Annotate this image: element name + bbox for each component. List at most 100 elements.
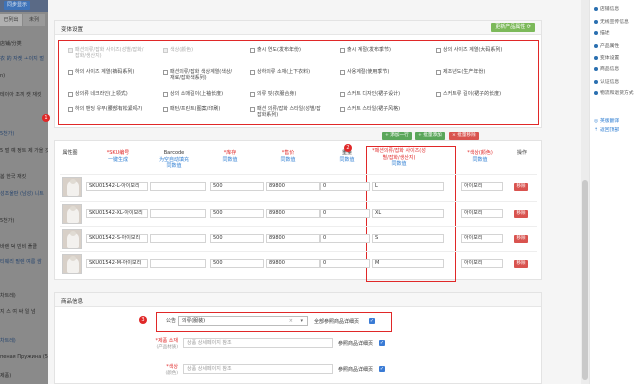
variant-option-checkbox[interactable] [163, 69, 168, 75]
translate-link[interactable]: ◎ 英版翻译 [594, 117, 619, 124]
price-input[interactable]: 89800 [266, 182, 320, 191]
weight-same-value-link[interactable]: 同数值 [332, 157, 362, 164]
variant-option-checkbox[interactable] [250, 47, 255, 53]
update-attributes-button[interactable]: 更新产品属性 ⟳ [491, 23, 535, 32]
size-input[interactable]: S [372, 234, 444, 243]
variant-option[interactable]: 스커트 디자인(裙子设计) [340, 91, 400, 97]
variant-option[interactable]: 상의 사이즈 계열(大码系列) [436, 47, 502, 53]
variant-option[interactable]: 상의 소매길이(上袖长度) [163, 91, 223, 97]
variant-option[interactable]: 색상(颜色) [163, 47, 193, 53]
side-nav-item[interactable]: 物流和退货方式 [594, 89, 634, 96]
sku-input[interactable]: SKU01542-M-아이보리 [86, 259, 148, 268]
product-material-refer-checkbox[interactable]: ✓ [379, 340, 385, 346]
variant-option-checkbox[interactable] [163, 91, 168, 97]
sku-input[interactable]: SKU01542-S-아이보리 [86, 234, 148, 243]
side-nav-item[interactable]: 认证信息 [594, 78, 619, 85]
add-row-button[interactable]: + 添加一行 [382, 132, 412, 140]
variant-option-checkbox[interactable] [68, 47, 73, 53]
size-input[interactable]: XL [372, 209, 444, 218]
sku-input[interactable]: SKU01542-XL-아이보리 [86, 209, 148, 218]
weight-input[interactable]: 0 [320, 234, 370, 243]
side-nav-item[interactable]: 店铺信息 [594, 5, 619, 12]
variant-option[interactable]: 스커트 스타일(裙子风格) [340, 106, 400, 112]
category-select[interactable]: 의류(服装) × ▾ [178, 316, 308, 326]
weight-input[interactable]: 0 [320, 182, 370, 191]
variant-option-checkbox[interactable] [250, 69, 255, 75]
side-nav-item[interactable]: 商品信息 [594, 65, 619, 72]
batch-add-button[interactable]: + 批量添加 [415, 132, 445, 140]
color-same-value-link[interactable]: 同数值 [462, 157, 498, 164]
variant-option[interactable]: 패션의류/잡화 사이즈(성별/잡화/잡화/생산지) [68, 47, 143, 59]
color-input[interactable]: 아이보리 [461, 259, 503, 268]
stock-input[interactable]: 500 [210, 182, 264, 191]
variant-option-checkbox[interactable] [250, 106, 255, 112]
sku-input[interactable]: SKU01542-L-아이보리 [86, 182, 148, 191]
size-input[interactable]: M [372, 259, 444, 268]
color-field-input[interactable]: 상품 상세페이지 참조 [183, 364, 333, 374]
variant-option[interactable]: 상의류 네크라인(上领式) [68, 91, 128, 97]
price-input[interactable]: 89800 [266, 209, 320, 218]
remove-row-button[interactable]: 移除 [514, 260, 528, 268]
variant-option-checkbox[interactable] [68, 91, 73, 97]
stock-input[interactable]: 500 [210, 259, 264, 268]
variant-option[interactable]: 스커트류 길이(裙子的长度) [436, 91, 501, 97]
variant-option-checkbox[interactable] [68, 106, 73, 112]
variant-option[interactable]: 사용계절(使用季节) [340, 69, 389, 75]
variant-option-checkbox[interactable] [340, 106, 345, 112]
color-refer-checkbox[interactable]: ✓ [379, 366, 385, 372]
product-thumbnail[interactable] [62, 204, 82, 224]
variant-option-checkbox[interactable] [250, 91, 255, 97]
variant-option-checkbox[interactable] [436, 69, 441, 75]
side-nav-item[interactable]: 描述 [594, 29, 610, 36]
clear-icon[interactable]: × [289, 317, 293, 325]
variant-option-checkbox[interactable] [340, 69, 345, 75]
variant-option-checkbox[interactable] [68, 69, 73, 75]
color-input[interactable]: 아이보리 [461, 234, 503, 243]
variant-option[interactable]: 하의 사이즈 계열(裤码系列) [68, 69, 134, 75]
variant-option-checkbox[interactable] [163, 106, 168, 112]
stock-same-value-link[interactable]: 同数值 [210, 157, 250, 164]
price-input[interactable]: 89800 [266, 234, 320, 243]
apply-all-checkbox[interactable]: ✓ [369, 318, 375, 324]
barcode-same-value-link[interactable]: 同数值 [144, 163, 204, 170]
batch-remove-button[interactable]: × 批量移除 [449, 132, 479, 140]
stock-input[interactable]: 500 [210, 234, 264, 243]
variant-option[interactable]: 제조년도(生产年份) [436, 69, 485, 75]
weight-input[interactable]: 0 [320, 259, 370, 268]
variant-option[interactable]: 패션의류/잡화 색상계열(색상/재료/잡화색系列) [163, 69, 232, 81]
variant-option-checkbox[interactable] [340, 47, 345, 53]
stock-input[interactable]: 500 [210, 209, 264, 218]
sku-generate-link[interactable]: 一键生成 [100, 157, 136, 164]
variant-option-checkbox[interactable] [163, 47, 168, 53]
price-same-value-link[interactable]: 同数值 [268, 157, 308, 164]
variant-option[interactable]: 패턴/프린트(图案/印刷) [163, 106, 220, 112]
variant-option-checkbox[interactable] [340, 91, 345, 97]
color-input[interactable]: 아이보리 [461, 209, 503, 218]
color-input[interactable]: 아이보리 [461, 182, 503, 191]
modal-scrollbar-thumb[interactable] [582, 180, 588, 380]
variant-option[interactable]: 의류 핏(衣服合身) [250, 91, 296, 97]
modal-scrollbar[interactable] [581, 0, 589, 384]
side-nav-item[interactable]: 产品属性 [594, 42, 619, 49]
barcode-input[interactable] [150, 234, 206, 243]
product-thumbnail[interactable] [62, 254, 82, 274]
variant-option[interactable]: 출시 연도(发布年份) [250, 47, 301, 53]
barcode-input[interactable] [150, 209, 206, 218]
barcode-input[interactable] [150, 259, 206, 268]
remove-row-button[interactable]: 移除 [514, 210, 528, 218]
product-thumbnail[interactable] [62, 229, 82, 249]
side-nav-item[interactable]: 无线宣传信息 [594, 18, 629, 25]
back-to-top-link[interactable]: ⇡ 返回顶部 [594, 126, 619, 133]
remove-row-button[interactable]: 移除 [514, 235, 528, 243]
variant-option[interactable]: 출시 계절(发布季节) [340, 47, 391, 53]
product-material-input[interactable]: 상품 상세페이지 참조 [183, 338, 333, 348]
variant-option-checkbox[interactable] [436, 47, 441, 53]
variant-option-checkbox[interactable] [436, 91, 441, 97]
variant-option[interactable]: 하의 밴딩 유무(腰部有松紧吗?) [68, 106, 142, 112]
size-input[interactable]: L [372, 182, 444, 191]
side-nav-item[interactable]: 变体设置 [594, 54, 619, 61]
remove-row-button[interactable]: 移除 [514, 183, 528, 191]
product-thumbnail[interactable] [62, 177, 82, 197]
price-input[interactable]: 89800 [266, 259, 320, 268]
weight-input[interactable]: 0 [320, 209, 370, 218]
